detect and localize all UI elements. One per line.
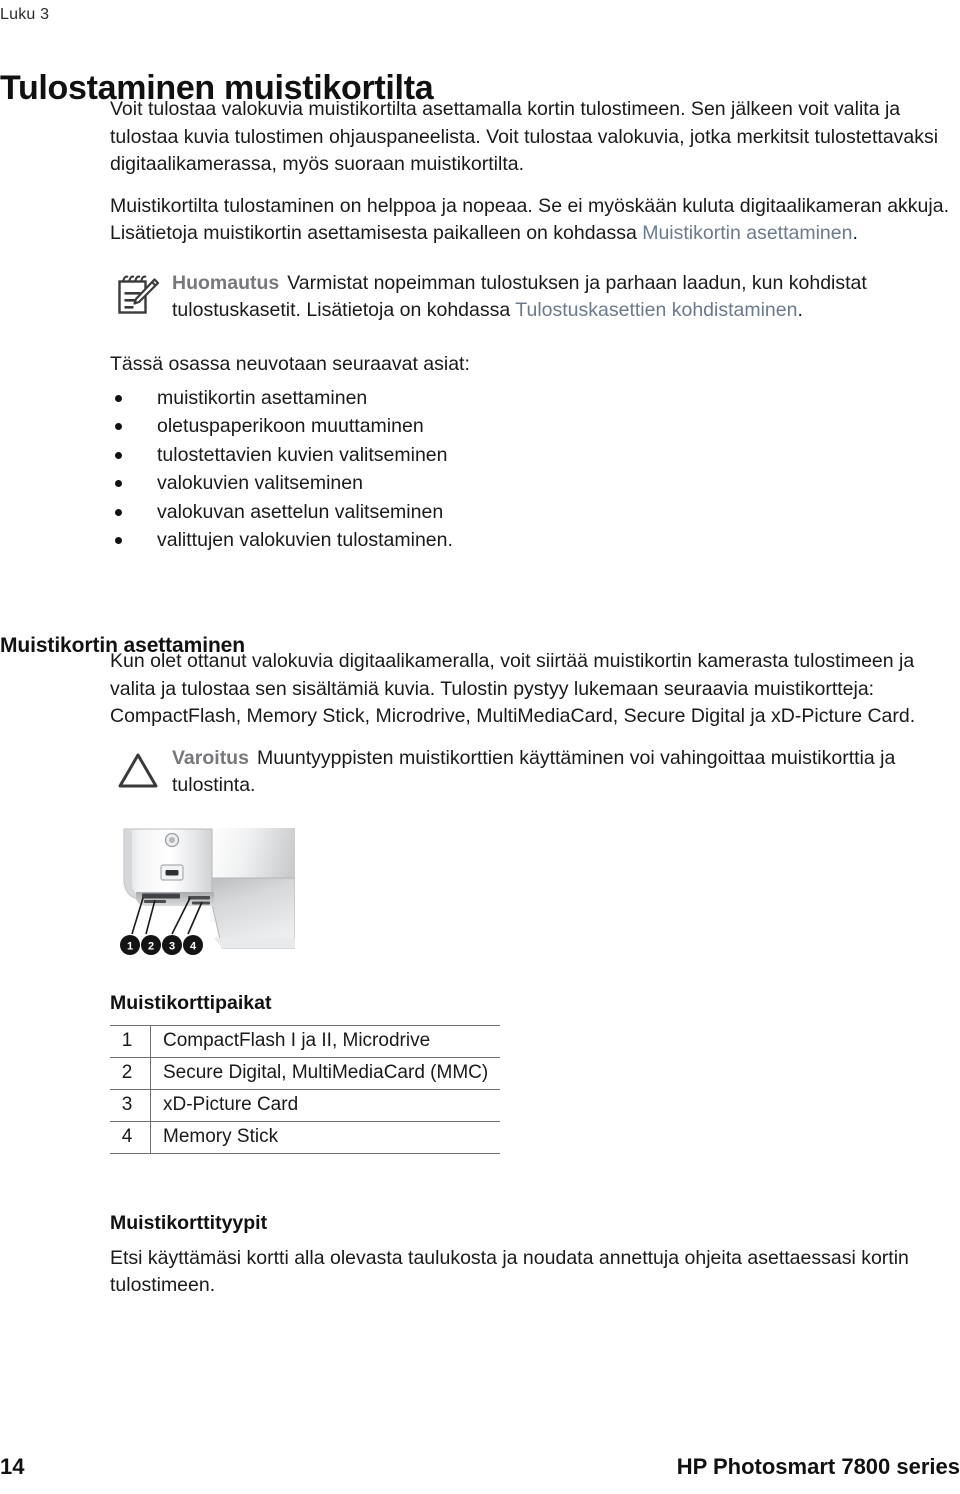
svg-text:2: 2 <box>148 940 154 952</box>
list-item-label: tulostettavien kuvien valitseminen <box>157 443 448 466</box>
running-header: Luku 3 <box>0 6 50 23</box>
table-cell-number: 2 <box>110 1056 151 1090</box>
list-item-label: valokuvan asettelun valitseminen <box>157 500 444 523</box>
svg-text:3: 3 <box>169 940 175 952</box>
intro-paragraph-2: Muistikortilta tulostaminen on helppoa j… <box>110 193 958 248</box>
table-row: 4 Memory Stick <box>110 1120 500 1154</box>
bullet-dot-icon <box>115 480 122 487</box>
note-pencil-icon <box>116 272 160 316</box>
bullet-dot-icon <box>115 508 122 516</box>
bullet-dot-icon <box>115 537 122 544</box>
document-page: Luku 3 Tulostaminen muistikortilta Voit … <box>0 0 960 1494</box>
bullet-dot-icon <box>115 394 122 402</box>
list-item-label: muistikortin asettaminen <box>157 386 368 409</box>
intro-paragraph-1: Voit tulostaa valokuvia muistikortilta a… <box>110 98 939 175</box>
table-cell-description: Memory Stick <box>150 1120 500 1154</box>
bullet-dot-icon <box>115 451 122 459</box>
caution-admonition-body: Varoitus Muuntyyppisten muistikorttien kä… <box>172 745 958 800</box>
card-types-paragraph: Etsi käyttämäsi kortti alla olevasta tau… <box>110 1246 909 1297</box>
list-item: oletuspaperikoon muuttaminen <box>110 412 958 441</box>
body-column: Voit tulostaa valokuvia muistikortilta a… <box>110 96 958 555</box>
list-item: tulostettavien kuvien valitseminen <box>110 441 958 470</box>
table-row: 3 xD-Picture Card <box>110 1088 500 1122</box>
list-item-label: valokuvien valitseminen <box>157 472 363 494</box>
memory-card-slots-table: 1 CompactFlash I ja II, Microdrive 2 Sec… <box>110 1024 500 1154</box>
table-cell-description: CompactFlash I ja II, Microdrive <box>150 1024 500 1058</box>
card-types-heading: Muistikorttityypit <box>110 1211 268 1234</box>
cross-reference-link-tulostuskasettien-kohdistaminen[interactable]: Tulostuskasettien kohdistaminen <box>515 299 797 321</box>
warning-triangle-icon <box>116 747 160 791</box>
bullet-dot-icon <box>115 423 122 430</box>
footer-page-number: 14 <box>0 1454 25 1479</box>
body-column-insert: Kun olet ottanut valokuvia digitaalikame… <box>110 648 958 1314</box>
footer-product-name: HP Photosmart 7800 series <box>676 1454 960 1479</box>
table-row: 1 CompactFlash I ja II, Microdrive <box>110 1024 500 1058</box>
list-item: valokuvien valitseminen <box>110 469 958 498</box>
list-item: valokuvan asettelun valitseminen <box>110 498 958 527</box>
list-item: muistikortin asettaminen <box>110 384 958 413</box>
table-cell-description: xD-Picture Card <box>150 1088 500 1122</box>
slots-table-caption: Muistikorttipaikat <box>110 991 272 1014</box>
note-admonition-body: Huomautus Varmistat nopeimman tulostuksen… <box>172 270 958 325</box>
note-label: Huomautus <box>172 271 280 294</box>
caution-text: Muuntyyppisten muistikorttien käyttämine… <box>172 746 896 797</box>
note-admonition: Huomautus Varmistat nopeimman tulostuksen… <box>110 270 958 325</box>
table-row: 2 Secure Digital, MultiMediaCard (MMC) <box>110 1056 500 1090</box>
cross-reference-link-muistikortin-asettaminen[interactable]: Muistikortin asettaminen <box>642 222 852 244</box>
list-item: valittujen valokuvien tulostaminen. <box>110 526 958 555</box>
insert-card-paragraph: Kun olet ottanut valokuvia digitaalikame… <box>110 650 916 727</box>
table-cell-number: 4 <box>110 1120 151 1154</box>
caution-admonition: Varoitus Muuntyyppisten muistikorttien kä… <box>110 745 958 800</box>
list-item-label: valittujen valokuvien tulostaminen. <box>157 529 453 551</box>
printer-memory-card-slots-illustration: 1 2 3 4 <box>110 826 296 968</box>
note-text-after: . <box>797 299 803 321</box>
caution-label: Varoitus <box>172 746 249 769</box>
intro-paragraph-2-text-after: . <box>852 222 858 244</box>
svg-text:4: 4 <box>190 940 197 952</box>
table-cell-description: Secure Digital, MultiMediaCard (MMC) <box>150 1056 500 1090</box>
toc-lead-line: Tässä osassa neuvotaan seuraavat asiat: <box>110 352 470 375</box>
table-cell-number: 3 <box>110 1088 151 1122</box>
toc-bullet-list: muistikortin asettaminen oletuspaperikoo… <box>110 384 958 555</box>
svg-text:1: 1 <box>127 940 133 952</box>
table-cell-number: 1 <box>110 1024 151 1058</box>
list-item-label: oletuspaperikoon muuttaminen <box>157 415 424 437</box>
